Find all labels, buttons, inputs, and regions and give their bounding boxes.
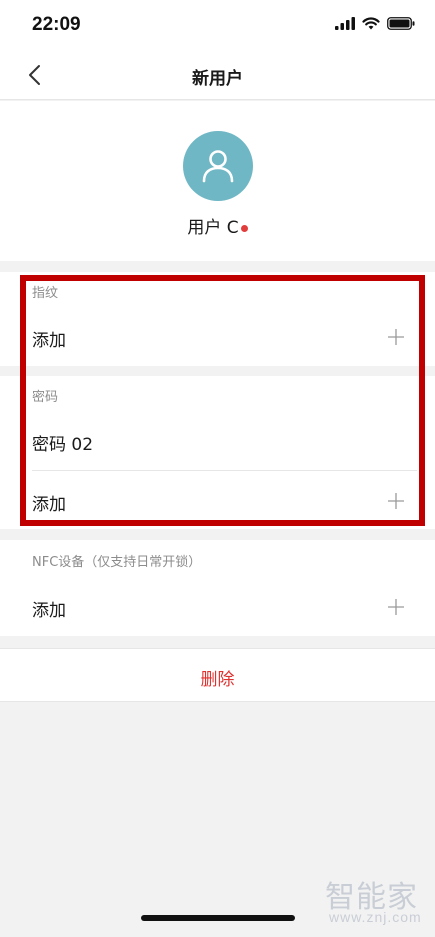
watermark-url: www.znj.com [329, 909, 422, 925]
user-icon [202, 150, 234, 183]
nfc-section: NFC设备（仅支持日常开锁） 添加 [0, 540, 435, 636]
profile-section: 用户 C [0, 101, 435, 261]
screen: 22:09 新用户 用户 C 指纹 添加 密码 密码 02 添加 NFC设备（仅… [0, 0, 435, 937]
plus-icon[interactable] [387, 598, 405, 616]
home-indicator[interactable] [141, 915, 295, 921]
plus-icon[interactable] [387, 328, 405, 346]
delete-label: 删除 [200, 670, 235, 690]
avatar[interactable] [183, 131, 253, 201]
plus-icon[interactable] [387, 492, 405, 510]
nav-bar: 新用户 [0, 50, 435, 100]
fingerprint-add[interactable]: 添加 [32, 326, 66, 351]
password-section: 密码 密码 02 添加 [0, 376, 435, 529]
user-name-text: 用户 C [187, 218, 239, 238]
wifi-icon [362, 17, 380, 30]
nfc-label: NFC设备（仅支持日常开锁） [32, 555, 202, 570]
delete-button[interactable]: 删除 [0, 648, 435, 702]
edit-indicator-icon [240, 225, 248, 232]
status-bar: 22:09 [0, 0, 435, 50]
fingerprint-label: 指纹 [32, 286, 59, 301]
nfc-add[interactable]: 添加 [32, 596, 66, 621]
user-name[interactable]: 用户 C [0, 213, 435, 238]
password-item[interactable]: 密码 02 [32, 430, 93, 455]
divider [32, 470, 417, 471]
status-time: 22:09 [32, 14, 81, 35]
battery-icon [387, 17, 415, 30]
signal-icon [335, 17, 355, 30]
fingerprint-section: 指纹 添加 [0, 272, 435, 366]
status-icons [335, 17, 415, 30]
page-title: 新用户 [192, 69, 243, 89]
password-label: 密码 [32, 390, 59, 405]
password-add[interactable]: 添加 [32, 490, 66, 515]
